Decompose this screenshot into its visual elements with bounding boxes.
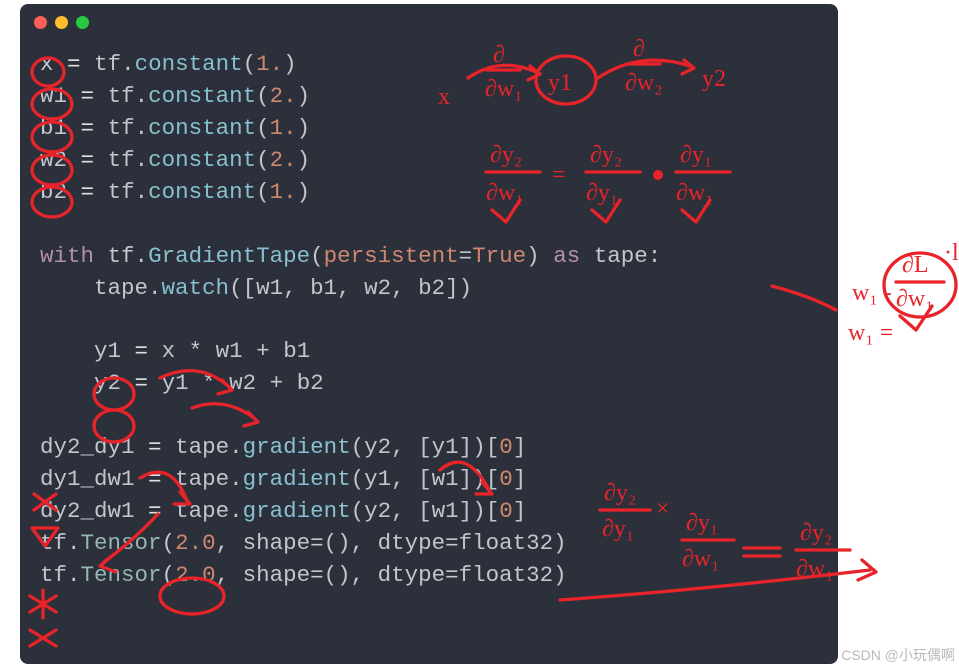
var-b2: b2 xyxy=(40,179,67,205)
zoom-icon[interactable] xyxy=(76,16,89,29)
tensor-output-1: Tensor xyxy=(81,530,162,556)
code-editor-window: x = tf.constant(1.) w1 = tf.constant(2.)… xyxy=(20,4,838,664)
code-block: x = tf.constant(1.) w1 = tf.constant(2.)… xyxy=(20,35,838,592)
var-w1: w1 xyxy=(40,83,67,109)
watermark-text: CSDN @小玩偶啊 xyxy=(841,645,955,665)
svg-text:∂L: ∂L xyxy=(902,252,929,278)
tensor-output-2: Tensor xyxy=(81,562,162,588)
minimize-icon[interactable] xyxy=(55,16,68,29)
var-x: x xyxy=(40,51,54,77)
svg-text:w₁ =: w₁ = xyxy=(848,320,893,346)
svg-text:∂w₁: ∂w₁ xyxy=(896,286,934,312)
var-w2: w2 xyxy=(40,147,67,173)
var-dy1dw1: dy1_dw1 xyxy=(40,466,135,492)
var-dy2dy1: dy2_dy1 xyxy=(40,434,135,460)
with-keyword: with xyxy=(40,243,94,269)
var-y1: y1 xyxy=(94,338,121,364)
close-icon[interactable] xyxy=(34,16,47,29)
var-b1: b1 xyxy=(40,115,67,141)
circle-gradient-icon xyxy=(884,253,956,317)
svg-text:·lr: ·lr xyxy=(944,240,959,266)
traffic-lights xyxy=(20,12,838,35)
var-y2: y2 xyxy=(94,370,121,396)
var-dy2dw1: dy2_dw1 xyxy=(40,498,135,524)
svg-text:w₁ -: w₁ - xyxy=(852,280,892,306)
